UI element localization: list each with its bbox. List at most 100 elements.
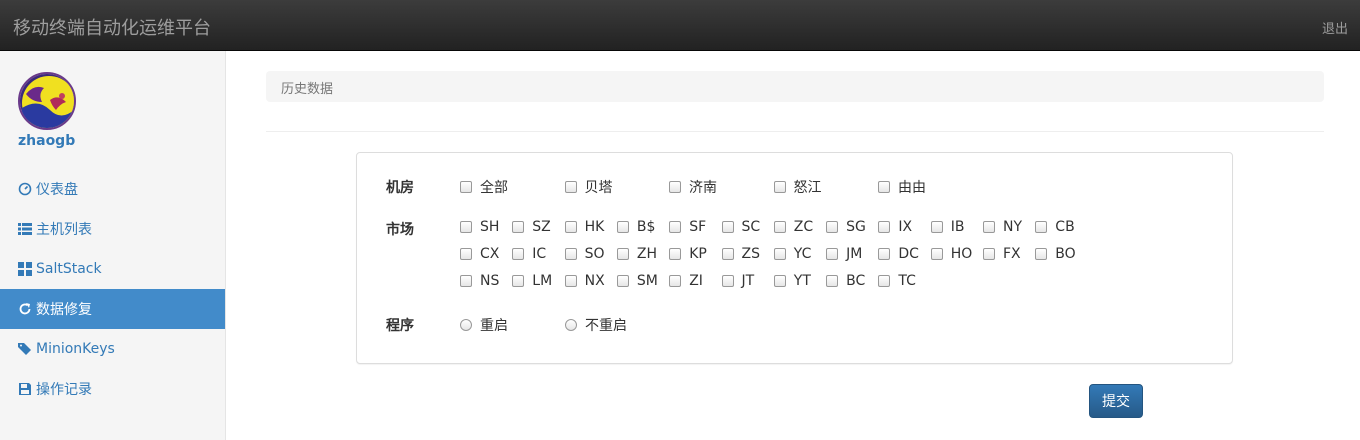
market-option-checkbox[interactable]: CX [460,246,499,262]
sidebar-item-data-repair[interactable]: 数据修复 [0,289,225,329]
program-option-radio[interactable]: 重启 [460,315,508,335]
checkbox[interactable] [826,248,839,260]
checkbox[interactable] [512,275,525,287]
sidebar-item-hosts[interactable]: 主机列表 [0,209,225,249]
sidebar-item-label: SaltStack [36,261,102,277]
radio-button[interactable] [565,319,577,331]
program-option-radio[interactable]: 不重启 [565,315,627,335]
sidebar-item-saltstack[interactable]: SaltStack [0,249,225,289]
checkbox[interactable] [878,181,890,193]
checkbox[interactable] [773,248,786,260]
username[interactable]: zhaogb [18,133,75,149]
checkbox[interactable] [564,181,577,193]
checkbox[interactable] [983,248,995,260]
market-option-checkbox[interactable]: DC [878,246,919,262]
room-option-checkbox[interactable]: 怒江 [773,177,822,197]
market-option-checkbox[interactable]: ZH [616,246,658,262]
checkbox[interactable] [1035,221,1048,233]
checkbox[interactable] [878,221,891,233]
checkbox[interactable] [930,221,943,233]
checkbox[interactable] [721,275,734,287]
market-option-checkbox[interactable]: JM [826,246,862,262]
market-option-checkbox[interactable]: HO [930,246,972,262]
market-option-checkbox[interactable]: LM [512,273,552,289]
app-title[interactable]: 移动终端自动化运维平台 [13,14,211,40]
checkbox[interactable] [616,248,629,260]
market-option-checkbox[interactable]: YC [773,246,811,262]
checkbox[interactable] [826,221,839,233]
checkbox[interactable] [564,248,577,260]
checkbox[interactable] [669,221,682,233]
option-label: SF [689,219,707,235]
sidebar: zhaogb 仪表盘 主机列表 SaltStack 数据修复 MinionKey… [0,51,226,440]
checkbox[interactable] [1035,248,1048,260]
market-option-checkbox[interactable]: SH [460,219,499,235]
checkbox[interactable] [512,248,525,260]
market-option-checkbox[interactable]: SF [669,219,706,235]
option-label: ZH [636,246,658,262]
room-option-checkbox[interactable]: 济南 [669,177,717,197]
checkbox[interactable] [669,275,682,287]
option-label: 由由 [898,180,926,196]
market-option-checkbox[interactable]: CB [1035,219,1075,235]
checkbox[interactable] [826,275,839,287]
checkbox[interactable] [669,248,682,260]
market-option-checkbox[interactable]: FX [983,246,1021,262]
checkbox[interactable] [460,275,472,287]
option-label: KP [689,246,707,262]
radio-button[interactable] [460,319,472,331]
room-option-checkbox[interactable]: 由由 [878,177,926,197]
option-label: YT [793,273,811,289]
submit-button[interactable]: 提交 [1089,384,1143,418]
market-option-checkbox[interactable]: NX [564,273,605,289]
checkbox[interactable] [564,275,577,287]
checkbox[interactable] [773,221,786,233]
checkbox[interactable] [669,181,681,193]
market-option-checkbox[interactable]: IB [930,219,964,235]
checkbox[interactable] [721,248,734,260]
checkbox[interactable] [878,275,891,287]
checkbox[interactable] [721,221,734,233]
sidebar-item-operation-log[interactable]: 操作记录 [0,369,225,409]
checkbox[interactable] [460,248,472,260]
market-option-checkbox[interactable]: ZC [773,219,813,235]
sidebar-item-label: 操作记录 [36,382,92,398]
checkbox[interactable] [512,221,525,233]
checkbox[interactable] [773,275,786,287]
market-option-checkbox[interactable]: IX [878,219,912,235]
market-option-checkbox[interactable]: SZ [512,219,551,235]
market-option-checkbox[interactable]: IC [512,246,546,262]
market-option-checkbox[interactable]: JT [721,273,754,289]
market-option-checkbox[interactable]: NS [460,273,499,289]
market-option-checkbox[interactable]: TC [878,273,916,289]
market-option-checkbox[interactable]: NY [983,219,1022,235]
market-option-checkbox[interactable]: HK [564,219,604,235]
market-option-checkbox[interactable]: SM [616,273,658,289]
room-option-checkbox[interactable]: 贝塔 [564,177,613,197]
checkbox[interactable] [460,181,472,193]
market-option-checkbox[interactable]: YT [773,273,811,289]
logout-link[interactable]: 退出 [1322,18,1348,37]
avatar[interactable] [18,72,76,130]
sidebar-item-minionkeys[interactable]: MinionKeys [0,329,225,369]
checkbox[interactable] [564,221,577,233]
checkbox[interactable] [616,275,629,287]
option-label: CX [480,246,500,262]
checkbox[interactable] [983,221,995,233]
market-option-checkbox[interactable]: BO [1035,246,1076,262]
market-option-checkbox[interactable]: KP [669,246,707,262]
room-option-checkbox[interactable]: 全部 [460,177,508,197]
market-option-checkbox[interactable]: ZS [721,246,760,262]
market-option-checkbox[interactable]: SG [826,219,866,235]
checkbox[interactable] [930,248,943,260]
checkbox[interactable] [460,221,472,233]
market-option-checkbox[interactable]: SO [564,246,605,262]
sidebar-item-dashboard[interactable]: 仪表盘 [0,169,225,209]
market-option-checkbox[interactable]: ZI [669,273,703,289]
checkbox[interactable] [773,181,786,193]
checkbox[interactable] [878,248,891,260]
checkbox[interactable] [616,221,629,233]
market-option-checkbox[interactable]: B$ [616,219,655,235]
market-option-checkbox[interactable]: BC [826,273,865,289]
market-option-checkbox[interactable]: SC [721,219,760,235]
